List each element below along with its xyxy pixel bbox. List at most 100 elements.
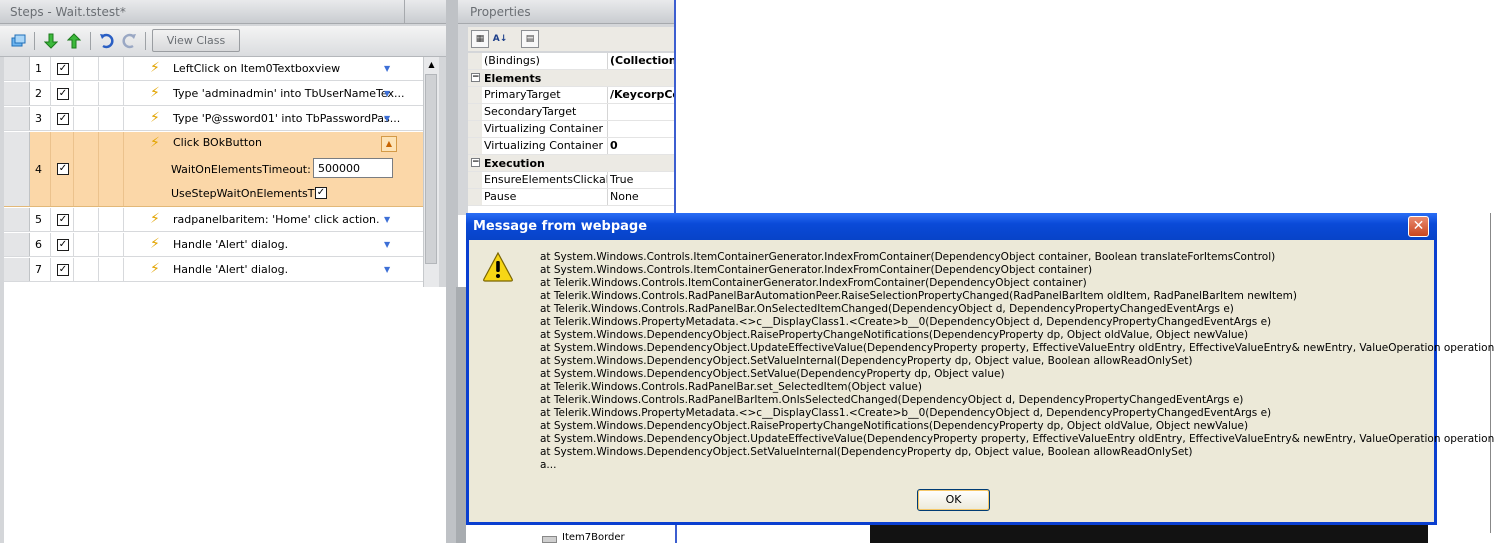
category-label: Execution [484, 157, 545, 170]
dark-pane [870, 523, 1428, 543]
step-description: Handle 'Alert' dialog. [173, 238, 289, 251]
property-grid: (Bindings) (Collection) − Elements Prima… [468, 53, 674, 215]
property-category[interactable]: − Elements [468, 70, 674, 87]
move-up-icon[interactable] [65, 32, 83, 50]
warning-icon [482, 251, 514, 283]
chevron-down-icon[interactable]: ▼ [384, 258, 390, 282]
step-row[interactable]: 5 ✓ ⚡ radpanelbaritem: 'Home' click acti… [4, 208, 423, 232]
chevron-down-icon[interactable]: ▼ [384, 208, 390, 232]
message-line: at Telerik.Windows.PropertyMetadata.<>c_… [540, 316, 1272, 328]
lightning-icon: ⚡ [150, 135, 160, 151]
step-number: 6 [31, 233, 51, 256]
categorized-view-icon[interactable]: ▦ [471, 30, 489, 48]
step-row[interactable]: 7 ✓ ⚡ Handle 'Alert' dialog. ▼ [4, 258, 423, 282]
ok-button[interactable]: OK [917, 489, 990, 511]
chevron-up-icon[interactable]: ▲ [381, 136, 397, 152]
alphabetical-sort-icon[interactable]: A↓ [491, 30, 509, 48]
step-row[interactable]: 6 ✓ ⚡ Handle 'Alert' dialog. ▼ [4, 233, 423, 257]
message-line: at Telerik.Windows.PropertyMetadata.<>c_… [540, 407, 1272, 419]
message-dialog: Message from webpage ✕ at System.Windows… [466, 213, 1495, 525]
property-value[interactable] [610, 121, 674, 137]
tree-item[interactable]: Item7Border [562, 532, 625, 543]
use-step-wait-checkbox[interactable]: ✓ [315, 187, 327, 199]
view-class-button[interactable]: View Class [152, 29, 240, 52]
property-pages-icon[interactable]: ▤ [521, 30, 539, 48]
step-number: 4 [31, 132, 51, 206]
step-description: Type 'P@ssword01' into TbPasswordPas... [173, 112, 401, 125]
chevron-down-icon[interactable]: ▼ [384, 57, 390, 81]
lightning-icon: ⚡ [150, 211, 160, 227]
property-key: (Bindings) [484, 53, 608, 69]
chevron-down-icon[interactable]: ▼ [384, 82, 390, 106]
step-enabled-checkbox[interactable]: ✓ [57, 239, 69, 251]
collapse-icon[interactable]: − [471, 158, 480, 167]
record-icon[interactable] [10, 32, 28, 50]
category-label: Elements [484, 72, 542, 85]
toolbar-separator [145, 32, 146, 50]
message-line: a... [540, 459, 557, 471]
properties-toolbar: ▦ A↓ ▤ [468, 27, 674, 51]
property-row[interactable]: Virtualizing Container [468, 121, 674, 138]
property-row[interactable]: PrimaryTarget /KeycorpCe [468, 87, 674, 104]
lightning-icon: ⚡ [150, 110, 160, 126]
property-row[interactable]: (Bindings) (Collection) [468, 53, 674, 70]
title-separator [404, 0, 405, 24]
step-enabled-checkbox[interactable]: ✓ [57, 264, 69, 276]
close-icon[interactable]: ✕ [1408, 216, 1429, 237]
property-value[interactable]: True [610, 172, 674, 188]
property-value[interactable]: (Collection) [610, 53, 674, 69]
message-line: at Telerik.Windows.Controls.RadPanelBarA… [540, 290, 1297, 302]
panel-border [675, 523, 677, 543]
undo-icon[interactable] [98, 32, 116, 50]
property-value[interactable] [610, 104, 674, 120]
property-value[interactable]: 0 [610, 138, 674, 154]
message-line: at System.Windows.Controls.ItemContainer… [540, 264, 1093, 276]
message-line: at Telerik.Windows.Controls.RadPanelBarI… [540, 394, 1244, 406]
message-line: at System.Windows.DependencyObject.Updat… [540, 342, 1495, 354]
property-row[interactable]: Pause None [468, 189, 674, 206]
dialog-title: Message from webpage [466, 213, 1437, 240]
properties-panel: Properties ▦ A↓ ▤ (Bindings) (Collection… [458, 0, 676, 215]
step-row[interactable]: 3 ✓ ⚡ Type 'P@ssword01' into TbPasswordP… [4, 107, 423, 131]
properties-title: Properties [458, 0, 674, 24]
step-enabled-checkbox[interactable]: ✓ [57, 214, 69, 226]
property-value[interactable]: /KeycorpCe [610, 87, 674, 103]
step-number: 1 [31, 57, 51, 80]
chevron-down-icon[interactable]: ▼ [384, 233, 390, 257]
message-line: at System.Windows.DependencyObject.SetVa… [540, 446, 1193, 458]
step-enabled-checkbox[interactable]: ✓ [57, 63, 69, 75]
message-line: at Telerik.Windows.Controls.ItemContaine… [540, 277, 1087, 289]
scroll-up-icon[interactable]: ▲ [424, 57, 439, 73]
message-line: at System.Windows.DependencyObject.SetVa… [540, 355, 1193, 367]
property-category[interactable]: − Execution [468, 155, 674, 172]
property-value[interactable]: None [610, 189, 674, 205]
property-key: Pause [484, 189, 608, 205]
message-line: at System.Windows.DependencyObject.SetVa… [540, 368, 1005, 380]
move-down-icon[interactable] [42, 32, 60, 50]
message-line: at System.Windows.DependencyObject.Raise… [540, 420, 1249, 432]
step-enabled-checkbox[interactable]: ✓ [57, 163, 69, 175]
step-enabled-checkbox[interactable]: ✓ [57, 88, 69, 100]
toolbar-separator [34, 32, 35, 50]
chevron-down-icon[interactable]: ▼ [384, 107, 390, 131]
scrollbar-thumb[interactable] [425, 74, 437, 264]
step-enabled-checkbox[interactable]: ✓ [57, 113, 69, 125]
redo-icon[interactable] [120, 32, 138, 50]
wait-timeout-label: WaitOnElementsTimeout: [171, 163, 311, 176]
message-line: at System.Windows.Controls.ItemContainer… [540, 251, 1276, 263]
border-element-icon [542, 536, 557, 543]
step-row-selected[interactable]: 4 ✓ ⚡ Click BOkButton ▲ WaitOnElementsTi… [4, 132, 423, 207]
use-step-wait-label: UseStepWaitOnElementsTi... [171, 187, 328, 200]
collapse-icon[interactable]: − [471, 73, 480, 82]
message-line: at Telerik.Windows.Controls.RadPanelBar.… [540, 303, 1234, 315]
step-row[interactable]: 1 ✓ ⚡ LeftClick on Item0Textboxview ▼ [4, 57, 423, 81]
property-key: EnsureElementsClickable [484, 172, 608, 188]
property-row[interactable]: EnsureElementsClickable True [468, 172, 674, 189]
lightning-icon: ⚡ [150, 60, 160, 76]
step-row[interactable]: 2 ✓ ⚡ Type 'adminadmin' into TbUserNameT… [4, 82, 423, 106]
wait-timeout-input[interactable]: 500000 [313, 158, 393, 178]
property-row[interactable]: SecondaryTarget [468, 104, 674, 121]
steps-scrollbar[interactable]: ▲ [423, 57, 439, 287]
property-row[interactable]: Virtualizing Container Off: 0 [468, 138, 674, 155]
lightning-icon: ⚡ [150, 261, 160, 277]
